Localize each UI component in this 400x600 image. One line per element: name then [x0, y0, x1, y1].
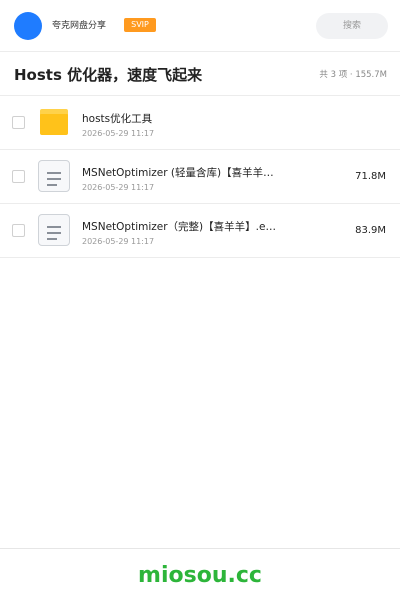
user-name[interactable]: 夸克网盘分享 [52, 19, 106, 33]
list-item[interactable]: hosts优化工具 2026-05-29 11:17 [0, 96, 400, 150]
file-name[interactable]: hosts优化工具 [82, 112, 282, 126]
footer: miosou.cc [0, 548, 400, 600]
svip-badge: SVIP [124, 18, 156, 32]
search-input[interactable]: 搜索 [316, 13, 388, 39]
select-checkbox[interactable] [12, 116, 25, 129]
file-date: 2026-05-29 11:17 [82, 237, 155, 246]
file-size: 71.8M [355, 171, 386, 182]
folder-icon [40, 109, 68, 135]
file-date: 2026-05-29 11:17 [82, 129, 155, 138]
share-page: 夸克网盘分享 SVIP 搜索 Hosts 优化器，速度飞起来 共 3 项 · 1… [0, 0, 400, 600]
select-checkbox[interactable] [12, 224, 25, 237]
file-size: 83.9M [355, 225, 386, 236]
title-row: Hosts 优化器，速度飞起来 共 3 项 · 155.7M [0, 52, 400, 96]
document-icon [38, 214, 70, 246]
select-checkbox[interactable] [12, 170, 25, 183]
site-brand[interactable]: miosou.cc [0, 563, 400, 589]
file-name[interactable]: MSNetOptimizer (轻量含库)【喜羊羊… [82, 166, 282, 180]
list-item[interactable]: MSNetOptimizer（完整)【喜羊羊】.e… 2026-05-29 11… [0, 204, 400, 258]
file-date: 2026-05-29 11:17 [82, 183, 155, 192]
avatar[interactable] [14, 12, 42, 40]
top-bar: 夸克网盘分享 SVIP 搜索 [0, 0, 400, 52]
file-summary: 共 3 项 · 155.7M [319, 70, 387, 80]
page-title: Hosts 优化器，速度飞起来 [14, 66, 203, 84]
file-list: hosts优化工具 2026-05-29 11:17 MSNetOptimize… [0, 96, 400, 258]
document-icon [38, 160, 70, 192]
list-item[interactable]: MSNetOptimizer (轻量含库)【喜羊羊… 2026-05-29 11… [0, 150, 400, 204]
file-name[interactable]: MSNetOptimizer（完整)【喜羊羊】.e… [82, 220, 282, 234]
